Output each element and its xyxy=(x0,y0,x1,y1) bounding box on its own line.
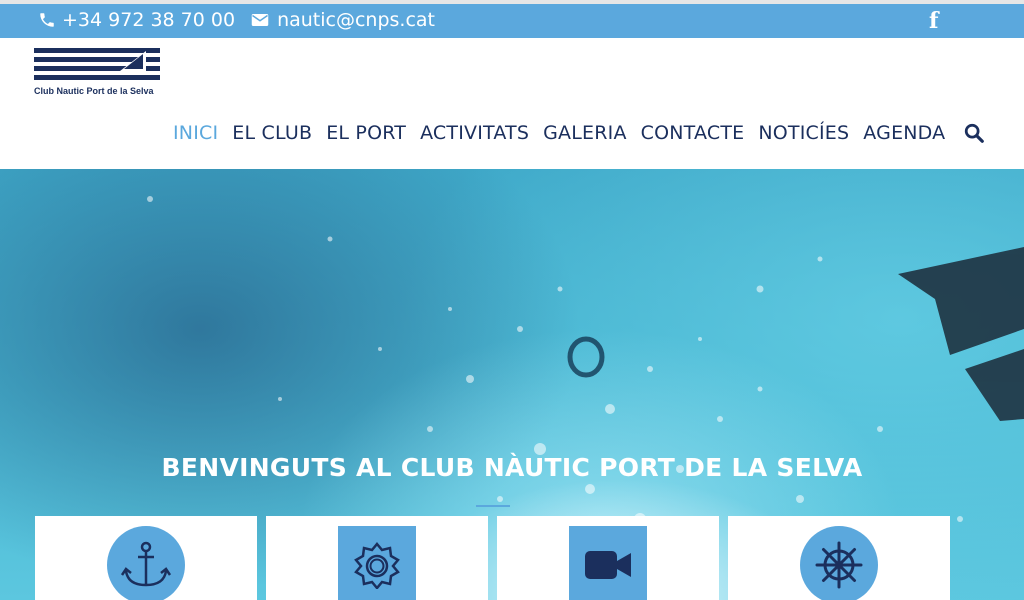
nav-item-galeria[interactable]: GALERIA xyxy=(543,122,627,144)
service-card[interactable] xyxy=(497,516,719,600)
hero-banner: BENVINGUTS AL CLUB NÀUTIC PORT DE LA SEL… xyxy=(0,169,1024,600)
hero-title: BENVINGUTS AL CLUB NÀUTIC PORT DE LA SEL… xyxy=(161,453,863,482)
ship-wheel-icon xyxy=(815,541,863,589)
service-card[interactable] xyxy=(35,516,257,600)
nav-item-contacte[interactable]: CONTACTE xyxy=(641,122,745,144)
site-header: Club Nautic Port de la Selva INICI EL CL… xyxy=(0,38,1024,169)
contact-info: +34 972 38 70 00 nautic@cnps.cat xyxy=(38,9,435,31)
service-cards xyxy=(35,516,959,600)
sun-gear-icon xyxy=(354,542,400,589)
wheel-badge xyxy=(800,526,878,600)
nav-item-inici[interactable]: INICI xyxy=(173,122,218,144)
service-card[interactable] xyxy=(728,516,950,600)
top-contact-bar: +34 972 38 70 00 nautic@cnps.cat f xyxy=(0,0,1024,38)
anchor-badge xyxy=(107,526,185,600)
email-link[interactable]: nautic@cnps.cat xyxy=(277,9,435,31)
nav-item-el-club[interactable]: EL CLUB xyxy=(232,122,312,144)
nav-item-agenda[interactable]: AGENDA xyxy=(863,122,945,144)
phone-icon xyxy=(40,13,54,27)
service-card[interactable] xyxy=(266,516,488,600)
phone-link[interactable]: +34 972 38 70 00 xyxy=(62,9,235,31)
video-camera-icon xyxy=(585,551,631,579)
hero-divider xyxy=(476,505,510,507)
logo-stripes-icon xyxy=(34,48,160,80)
facebook-icon[interactable]: f xyxy=(929,8,938,34)
logo-text: Club Nautic Port de la Selva xyxy=(34,86,154,96)
video-badge xyxy=(569,526,647,600)
nav-item-el-port[interactable]: EL PORT xyxy=(326,122,406,144)
search-icon[interactable] xyxy=(963,122,985,144)
envelope-icon xyxy=(251,14,269,26)
sun-badge xyxy=(338,526,416,600)
nav-item-noticies[interactable]: NOTICÍES xyxy=(758,122,849,144)
main-nav: INICI EL CLUB EL PORT ACTIVITATS GALERIA… xyxy=(173,122,985,144)
club-logo[interactable]: Club Nautic Port de la Selva xyxy=(34,48,160,98)
anchor-icon xyxy=(120,541,172,587)
nav-item-activitats[interactable]: ACTIVITATS xyxy=(420,122,529,144)
